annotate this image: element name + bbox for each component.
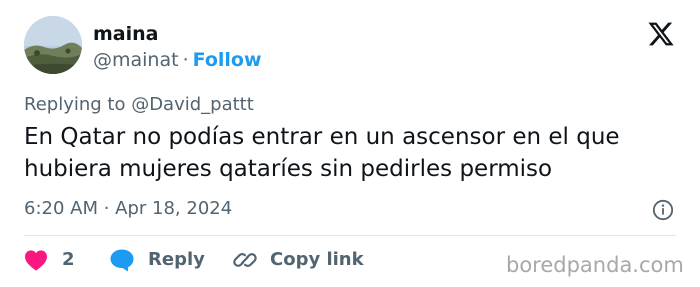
follow-button[interactable]: Follow — [193, 49, 262, 71]
watermark: boredpanda.com — [506, 253, 684, 277]
info-icon[interactable] — [652, 199, 674, 221]
timestamp[interactable]: 6:20 AM · Apr 18, 2024 — [24, 197, 232, 221]
speech-bubble-icon — [110, 249, 134, 272]
author-handle-row: @mainat · Follow — [93, 48, 262, 72]
copy-link-label: Copy link — [270, 249, 364, 270]
handle-separator: · — [182, 49, 189, 71]
copy-link-button[interactable]: Copy link — [232, 246, 364, 274]
divider — [24, 235, 676, 236]
reply-button[interactable]: Reply — [109, 246, 205, 274]
author-name[interactable]: maina — [93, 22, 158, 46]
tweet-text-line: En Qatar no podías entrar en un ascensor… — [24, 124, 620, 150]
author-handle[interactable]: @mainat — [93, 49, 179, 71]
avatar[interactable] — [24, 16, 82, 74]
reply-label: Reply — [148, 249, 205, 270]
heart-icon — [25, 250, 47, 271]
like-count: 2 — [62, 249, 75, 270]
avatar-landscape-image — [24, 16, 82, 74]
tweet-text: En Qatar no podías entrar en un ascensor… — [24, 121, 674, 185]
link-icon — [233, 253, 257, 267]
like-button[interactable]: 2 — [24, 246, 75, 274]
tweet-text-line: hubiera mujeres qataríes sin pedirles pe… — [24, 156, 553, 182]
x-logo-icon[interactable] — [646, 20, 676, 48]
replying-to[interactable]: Replying to @David_pattt — [24, 93, 254, 117]
